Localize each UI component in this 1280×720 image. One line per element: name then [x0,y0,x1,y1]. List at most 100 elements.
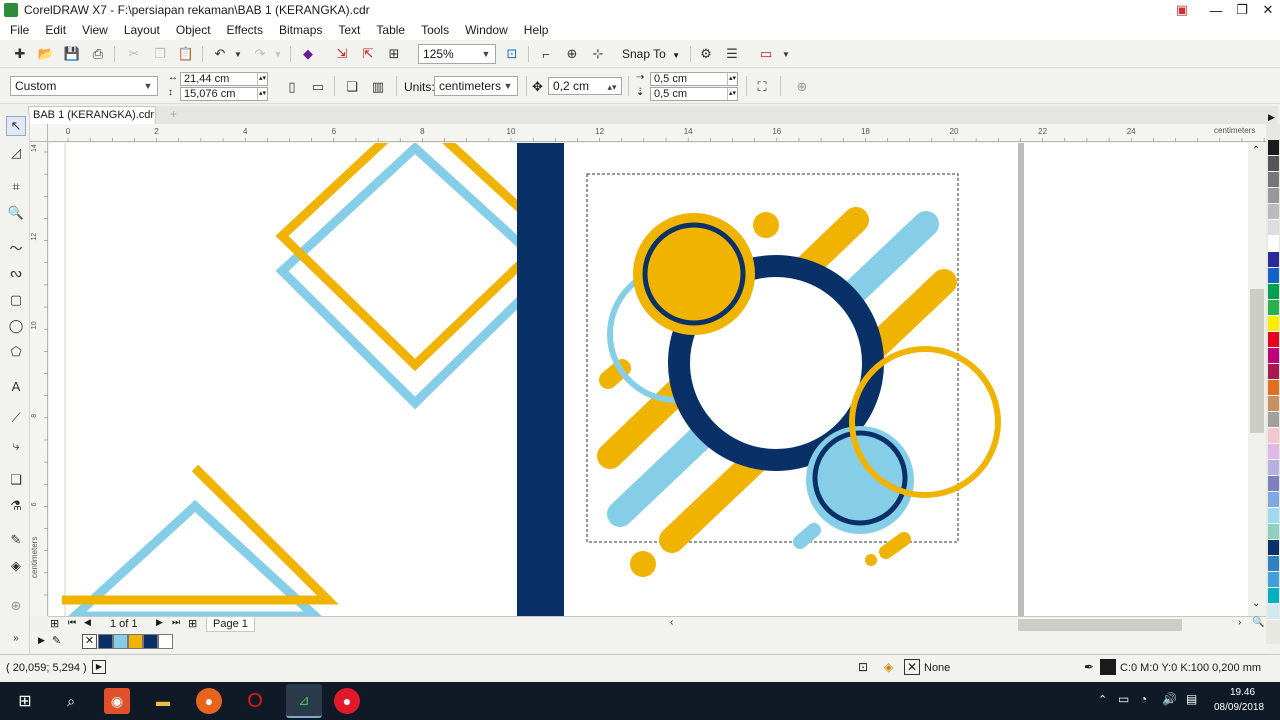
document-palette-swatch[interactable] [158,634,173,649]
open-folder-icon[interactable]: 📂 [36,44,56,64]
palette-swatch[interactable] [1268,428,1279,444]
palette-swatch[interactable] [1268,188,1279,204]
doc-palette-menu-icon[interactable]: ▶ [38,635,45,646]
scroll-left-icon[interactable]: ‹ [670,617,673,628]
copy-icon[interactable]: ❐ [150,44,170,64]
paste-icon[interactable]: 📋 [176,44,196,64]
redo-dropdown-icon[interactable]: ▼ [268,44,288,64]
palette-swatch[interactable] [1268,284,1279,300]
blue-small-pill[interactable] [793,523,821,549]
fill-bucket-icon[interactable]: ◈ [884,660,893,674]
coreldraw-taskbar-icon[interactable]: ⊿ [286,684,322,718]
add-tool-icon[interactable]: ⊕ [6,596,26,616]
eyedropper-tool-icon[interactable]: ✎ [6,530,26,550]
firefox-icon[interactable]: ● [196,688,222,714]
no-color-swatch[interactable]: ✕ [82,634,97,649]
ellipse-tool-icon[interactable]: ◯ [6,316,26,336]
page-size-combo[interactable]: Custom ▼ [10,76,158,96]
current-page-icon[interactable]: ▥ [368,77,388,97]
user-icon[interactable]: ▣ [1168,0,1196,20]
ruler-origin[interactable] [30,124,48,142]
palette-swatch[interactable] [1268,540,1279,556]
palette-swatch[interactable] [1268,316,1279,332]
palette-swatch[interactable] [1268,348,1279,364]
undo-dropdown-icon[interactable]: ▼ [228,44,248,64]
yellow-dot[interactable] [753,212,779,238]
artistic-media-icon[interactable]: ᔓ [6,263,26,283]
prev-page-icon[interactable]: ◀ [84,617,91,628]
yellow-dot-bottom[interactable] [630,551,656,577]
drawing-canvas[interactable] [49,143,1266,616]
palette-swatch[interactable] [1268,604,1279,620]
navy-vertical-bar[interactable] [517,143,564,616]
horizontal-ruler[interactable]: 0 2 4 6 8 10 12 14 16 18 20 22 24 centimeters [48,124,1266,142]
chevron-down-icon[interactable]: ▼ [776,44,796,64]
document-palette-swatch[interactable] [113,634,128,649]
last-page-icon[interactable]: ⏭ [172,617,180,628]
palette-swatch[interactable] [1268,252,1279,268]
drop-shadow-icon[interactable]: ❏ [6,470,26,490]
clock-date[interactable]: 08/09/2018 [1214,702,1264,713]
menu-effects[interactable]: Effects [219,23,271,37]
full-screen-preview-icon[interactable]: ⊡ [502,44,522,64]
treat-as-filled-icon[interactable]: ⛶ [752,77,772,97]
palette-swatch[interactable] [1268,412,1279,428]
application-launcher-icon[interactable]: ☰ [722,44,742,64]
wifi-icon[interactable]: ◔ [1140,692,1147,706]
palette-swatch[interactable] [1268,508,1279,524]
outline-pen-icon[interactable]: ✒ [1084,660,1094,674]
new-document-icon[interactable]: ✚ [10,44,30,64]
eyedropper-icon[interactable]: ✎ [52,634,61,647]
palette-swatch[interactable] [1268,172,1279,188]
expand-toolbox-icon[interactable]: » [6,628,26,648]
menu-edit[interactable]: Edit [37,23,74,37]
add-page-after-icon[interactable]: ⊞ [188,617,197,630]
opera-icon[interactable]: O [242,688,268,714]
palette-swatch[interactable] [1268,380,1279,396]
scroll-right-icon[interactable]: › [1238,617,1241,628]
spin-arrows-icon[interactable]: ▴▾ [257,88,267,100]
yellow-tiny-pill[interactable] [879,532,911,559]
palette-swatch[interactable] [1268,460,1279,476]
print-icon[interactable]: ⎙ [88,44,108,64]
clock-time[interactable]: 19.46 [1230,687,1255,698]
palette-swatch[interactable] [1268,444,1279,460]
options-icon[interactable]: ⚙ [696,44,716,64]
cut-icon[interactable]: ✂ [124,44,144,64]
palette-swatch[interactable] [1268,332,1279,348]
welcome-screen-icon[interactable]: ▭ [756,44,776,64]
page-height-field[interactable]: 15,076 cm ▴▾ [180,87,268,101]
show-rulers-icon[interactable]: ⌐ [536,44,556,64]
scroll-down-icon[interactable]: ⌄ [1252,598,1260,609]
palette-swatch[interactable] [1268,524,1279,540]
menu-help[interactable]: Help [516,23,557,37]
spin-arrows-icon[interactable]: ▴▾ [727,73,737,85]
yellow-diamond-frame[interactable] [275,143,550,372]
redo-icon[interactable]: ↷ [250,44,270,64]
menu-window[interactable]: Window [457,23,516,37]
palette-swatch[interactable] [1268,140,1279,156]
show-hidden-icons-icon[interactable]: ⌃ [1098,693,1107,706]
zoom-tool-icon[interactable]: 🔍 [6,203,26,223]
portrait-icon[interactable]: ▯ [282,77,302,97]
document-palette-swatch[interactable] [98,634,113,649]
palette-swatch[interactable] [1268,220,1279,236]
recorder-app-icon[interactable]: ● [334,688,360,714]
search-icon[interactable]: ⌕ [58,688,84,714]
vertical-scroll-thumb[interactable] [1250,289,1264,433]
zoom-navigator-icon[interactable]: 🔍 [1252,617,1264,628]
object-info-icon[interactable]: ⊡ [858,660,868,674]
publish-pdf-icon[interactable]: ⊞ [384,44,404,64]
transparency-tool-icon[interactable]: ⚗ [6,496,26,516]
no-fill-swatch-icon[interactable]: ✕ [904,659,920,675]
crop-tool-icon[interactable]: ⌗ [6,177,26,197]
network-icon[interactable]: ▭ [1118,692,1129,706]
spin-arrows-icon[interactable]: ▴▾ [257,73,267,85]
landscape-icon[interactable]: ▭ [308,77,328,97]
units-combo[interactable]: centimeters ▼ [434,76,518,96]
menu-object[interactable]: Object [168,23,219,37]
nudge-distance-field[interactable]: 0,2 cm ▴▾ [548,77,622,95]
scroll-up-icon[interactable]: ⌃ [1252,145,1260,156]
palette-swatch[interactable] [1268,396,1279,412]
page-tab[interactable]: Page 1 [206,616,255,632]
